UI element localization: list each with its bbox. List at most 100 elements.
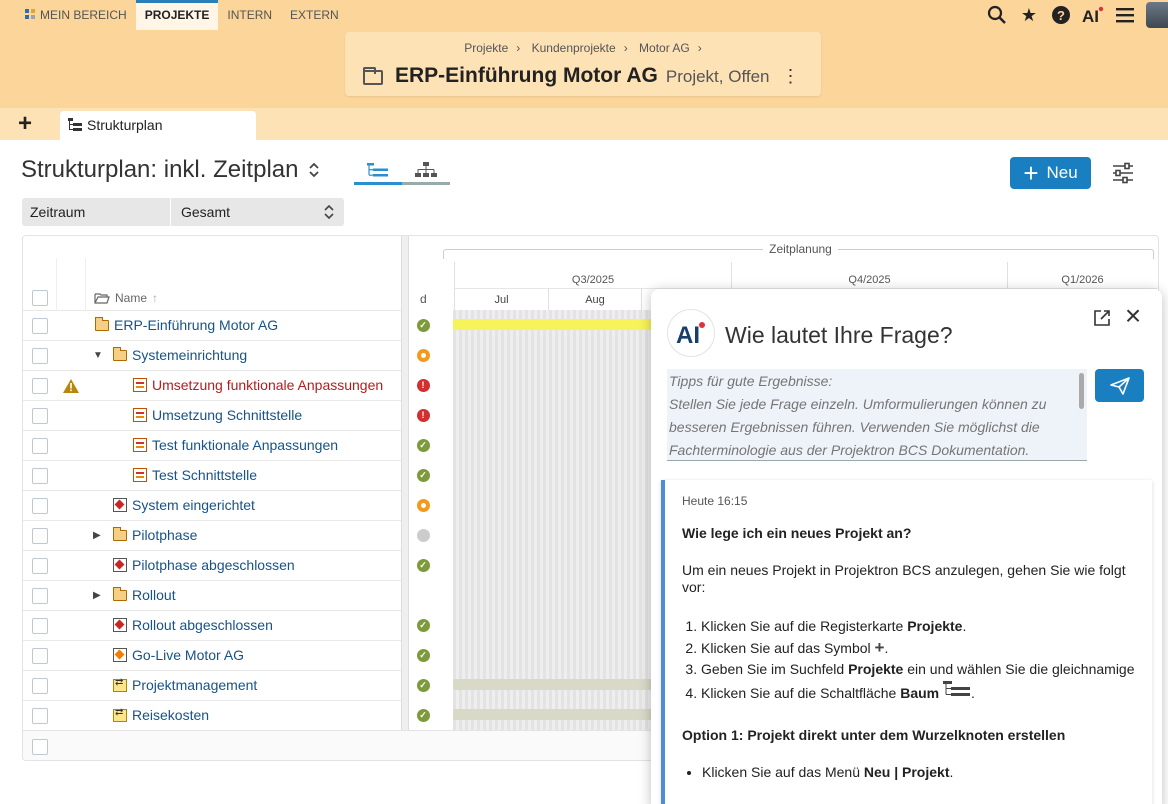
row-name[interactable]: Go-Live Motor AG <box>113 647 244 663</box>
row-name[interactable]: Umsetzung funktionale Anpassungen <box>133 377 383 393</box>
select-all-checkbox[interactable] <box>32 290 48 306</box>
row-name-label: Systemeinrichtung <box>132 347 248 363</box>
chevron-updown-icon[interactable] <box>308 161 320 179</box>
row-name[interactable]: Systemeinrichtung <box>112 346 248 363</box>
row-checkbox[interactable] <box>32 318 48 334</box>
nav-tab-intern[interactable]: Intern <box>218 0 281 30</box>
top-icons: ★ ? AI <box>986 2 1168 28</box>
row-checkbox[interactable] <box>32 408 48 424</box>
pane-splitter[interactable] <box>401 236 409 760</box>
row-checkbox[interactable] <box>32 528 48 544</box>
name-column-header[interactable]: Name ↑ <box>94 291 158 305</box>
folder-icon <box>112 586 127 601</box>
row-name[interactable]: Rollout abgeschlossen <box>113 617 273 633</box>
table-row[interactable]: Projektmanagement <box>23 670 430 700</box>
structure-heading[interactable]: Strukturplan: inkl. Zeitplan <box>21 156 320 184</box>
breadcrumb-motor-ag[interactable]: Motor AG <box>639 41 690 55</box>
nav-tab-label: Projekte <box>144 8 210 22</box>
breadcrumb-kundenprojekte[interactable]: Kundenprojekte <box>532 41 616 55</box>
help-icon[interactable]: ? <box>1050 4 1072 26</box>
option-item: Klicken Sie auf das Menü Neu | Projekt. <box>702 764 1152 780</box>
nav-tab-mein-bereich[interactable]: Mein Bereich <box>16 0 136 30</box>
row-name[interactable]: ERP-Einführung Motor AG <box>94 316 278 333</box>
row-name[interactable]: Reisekosten <box>113 707 209 723</box>
tree-icon <box>943 681 971 696</box>
row-name[interactable]: Rollout <box>112 586 176 603</box>
input-scrollbar[interactable] <box>1079 373 1084 409</box>
milestone-icon <box>113 498 127 512</box>
star-icon[interactable]: ★ <box>1018 4 1040 26</box>
close-icon[interactable]: × <box>1121 302 1145 330</box>
row-checkbox[interactable] <box>32 678 48 694</box>
question-input[interactable] <box>667 369 1087 461</box>
row-name-label: Rollout <box>132 587 176 603</box>
row-checkbox[interactable] <box>32 348 48 364</box>
row-name[interactable]: Projektmanagement <box>113 677 257 693</box>
breadcrumb-projekte[interactable]: Projekte <box>464 41 508 55</box>
nav-tab-projekte[interactable]: Projekte <box>135 0 219 30</box>
row-name[interactable]: Pilotphase abgeschlossen <box>113 557 295 573</box>
table-row[interactable]: Pilotphase abgeschlossen <box>23 550 430 580</box>
open-external-icon[interactable] <box>1093 309 1111 327</box>
expand-arrow-icon[interactable]: ▶ <box>93 590 101 601</box>
search-icon[interactable] <box>986 4 1008 26</box>
main-nav: Mein Bereich Projekte Intern Extern <box>16 0 348 30</box>
row-name[interactable]: Test funktionale Anpassungen <box>133 437 338 453</box>
row-checkbox[interactable] <box>32 378 48 394</box>
row-name[interactable]: System eingerichtet <box>113 497 255 513</box>
table-row[interactable]: Test funktionale Anpassungen <box>23 430 430 460</box>
table-row[interactable]: Rollout abgeschlossen <box>23 610 430 640</box>
filter-label: Zeitraum <box>30 204 86 220</box>
row-checkbox[interactable] <box>32 438 48 454</box>
menu-icon[interactable] <box>1114 4 1136 26</box>
row-name-label: Go-Live Motor AG <box>132 647 245 663</box>
page-title: ERP-Einführung Motor AG <box>395 64 658 87</box>
org-tree-view-button[interactable] <box>402 157 450 185</box>
row-checkbox[interactable] <box>32 498 48 514</box>
add-tab-button[interactable]: + <box>18 112 32 136</box>
footer-checkbox[interactable] <box>32 739 48 755</box>
collapse-arrow-icon[interactable]: ▼ <box>93 350 103 361</box>
row-checkbox[interactable] <box>32 648 48 664</box>
table-row[interactable]: ERP-Einführung Motor AG <box>23 310 430 340</box>
plus-icon: + <box>1023 158 1039 188</box>
nav-tab-extern[interactable]: Extern <box>281 0 348 30</box>
period-select[interactable]: Gesamt <box>170 198 344 226</box>
list-tree-view-button[interactable] <box>354 157 402 185</box>
gantt-bar-root[interactable] <box>453 319 683 330</box>
row-name[interactable]: Test Schnittstelle <box>133 467 257 483</box>
ai-icon[interactable]: AI <box>1082 4 1104 26</box>
list-tree-icon <box>367 162 388 176</box>
table-row[interactable]: ▶ Pilotphase <box>23 520 430 550</box>
settings-sliders-icon[interactable] <box>1111 161 1135 185</box>
avatar[interactable] <box>1146 2 1168 28</box>
send-button[interactable] <box>1095 369 1144 402</box>
table-row[interactable]: Reisekosten <box>23 700 430 730</box>
row-checkbox[interactable] <box>32 558 48 574</box>
table-row[interactable]: ▼ Systemeinrichtung <box>23 340 430 370</box>
milestone-icon <box>113 618 127 632</box>
table-row[interactable]: System eingerichtet <box>23 490 430 520</box>
kebab-menu-icon[interactable]: ⋮ <box>782 66 800 87</box>
table-row[interactable]: Test Schnittstelle <box>23 460 430 490</box>
month-label: Jul <box>454 288 548 310</box>
row-checkbox[interactable] <box>32 618 48 634</box>
row-checkbox[interactable] <box>32 468 48 484</box>
row-name[interactable]: Umsetzung Schnittstelle <box>133 407 302 423</box>
table-row[interactable]: Umsetzung funktionale Anpassungen <box>23 370 430 400</box>
table-row[interactable]: ▶ Rollout <box>23 580 401 610</box>
row-name[interactable]: Pilotphase <box>112 526 197 543</box>
tree-icon <box>68 118 82 132</box>
new-button[interactable]: + Neu <box>1010 157 1091 189</box>
quarter-label: Q4/2025 <box>731 262 1007 288</box>
row-checkbox[interactable] <box>32 708 48 724</box>
table-row[interactable]: Go-Live Motor AG <box>23 640 430 670</box>
breadcrumb: Projekte › Kundenprojekte › Motor AG › <box>464 41 702 55</box>
table-row[interactable]: Umsetzung Schnittstelle <box>23 400 430 430</box>
heading-label: Strukturplan: inkl. Zeitplan <box>21 156 299 183</box>
expand-arrow-icon[interactable]: ▶ <box>93 530 101 541</box>
row-checkbox[interactable] <box>32 588 48 604</box>
tab-strukturplan[interactable]: Strukturplan <box>60 111 256 140</box>
gantt-bar-projektmanagement[interactable] <box>453 679 683 690</box>
gantt-bar-reisekosten[interactable] <box>453 709 683 720</box>
